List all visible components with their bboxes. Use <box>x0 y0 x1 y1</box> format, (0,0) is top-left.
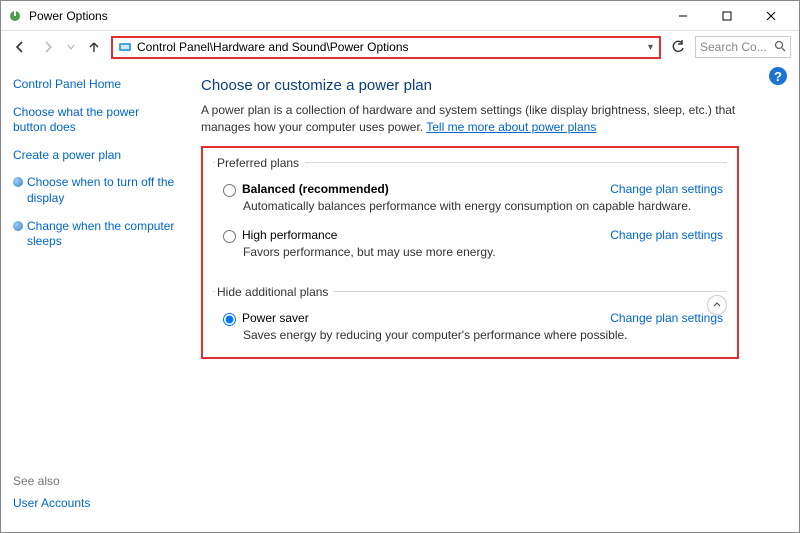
window-controls <box>661 1 793 31</box>
collapse-button[interactable] <box>707 295 727 315</box>
bullet-icon <box>13 177 23 187</box>
sidebar-item-computer-sleeps[interactable]: Change when the computer sleeps <box>27 219 175 250</box>
plan-balanced-label[interactable]: Balanced (recommended) <box>242 182 389 196</box>
up-button[interactable] <box>83 36 105 58</box>
plan-balanced: Balanced (recommended) Change plan setti… <box>215 178 725 197</box>
page-description: A power plan is a collection of hardware… <box>201 102 739 136</box>
address-row: Control Panel\Hardware and Sound\Power O… <box>1 31 799 63</box>
close-button[interactable] <box>749 1 793 31</box>
title-bar: Power Options <box>1 1 799 31</box>
forward-button[interactable] <box>37 36 59 58</box>
plan-high: High performance Change plan settings <box>215 224 725 243</box>
plan-balanced-radio[interactable] <box>223 184 236 197</box>
minimize-button[interactable] <box>661 1 705 31</box>
address-bar[interactable]: Control Panel\Hardware and Sound\Power O… <box>111 36 661 59</box>
learn-more-link[interactable]: Tell me more about power plans <box>426 120 596 134</box>
plan-saver-label[interactable]: Power saver <box>242 311 309 325</box>
plans-box: Preferred plans Balanced (recommended) C… <box>201 146 739 360</box>
search-icon <box>774 40 786 55</box>
preferred-plans-legend: Preferred plans <box>215 156 305 170</box>
control-panel-icon <box>117 39 133 55</box>
sidebar-item-create-plan[interactable]: Create a power plan <box>13 148 175 164</box>
plan-saver-desc: Saves energy by reducing your computer's… <box>243 328 725 344</box>
main-content: ? Choose or customize a power plan A pow… <box>187 63 799 532</box>
change-plan-high[interactable]: Change plan settings <box>610 228 723 242</box>
plan-high-radio[interactable] <box>223 230 236 243</box>
refresh-button[interactable] <box>667 36 689 58</box>
change-plan-balanced[interactable]: Change plan settings <box>610 182 723 196</box>
see-also: See also User Accounts <box>13 474 175 520</box>
additional-plans-legend: Hide additional plans <box>215 285 334 299</box>
sidebar-links: Control Panel Home Choose what the power… <box>13 77 175 262</box>
additional-plans-group: Hide additional plans Power saver Change… <box>213 285 727 346</box>
preferred-plans-group: Preferred plans Balanced (recommended) C… <box>213 156 727 271</box>
page-heading: Choose or customize a power plan <box>201 77 739 94</box>
window-title: Power Options <box>29 9 661 23</box>
plan-high-label[interactable]: High performance <box>242 228 337 242</box>
app-icon <box>7 8 23 24</box>
sidebar-item-power-button[interactable]: Choose what the power button does <box>13 105 175 136</box>
search-placeholder: Search Co... <box>700 40 767 54</box>
recent-locations-button[interactable] <box>65 36 77 58</box>
change-plan-saver[interactable]: Change plan settings <box>610 311 723 325</box>
maximize-button[interactable] <box>705 1 749 31</box>
back-button[interactable] <box>9 36 31 58</box>
help-icon[interactable]: ? <box>769 67 787 85</box>
sidebar-item-turn-off-display[interactable]: Choose when to turn off the display <box>27 175 175 206</box>
search-input[interactable]: Search Co... <box>695 36 791 58</box>
plan-balanced-desc: Automatically balances performance with … <box>243 199 725 215</box>
plan-high-desc: Favors performance, but may use more ene… <box>243 245 725 261</box>
address-path: Control Panel\Hardware and Sound\Power O… <box>137 40 642 54</box>
sidebar: Control Panel Home Choose what the power… <box>1 63 187 532</box>
plan-saver-radio[interactable] <box>223 313 236 326</box>
bullet-icon <box>13 221 23 231</box>
see-also-user-accounts[interactable]: User Accounts <box>13 496 175 512</box>
chevron-down-icon[interactable]: ▾ <box>646 42 655 53</box>
sidebar-item-home[interactable]: Control Panel Home <box>13 77 175 93</box>
see-also-heading: See also <box>13 474 175 488</box>
plan-saver: Power saver Change plan settings <box>215 307 725 326</box>
